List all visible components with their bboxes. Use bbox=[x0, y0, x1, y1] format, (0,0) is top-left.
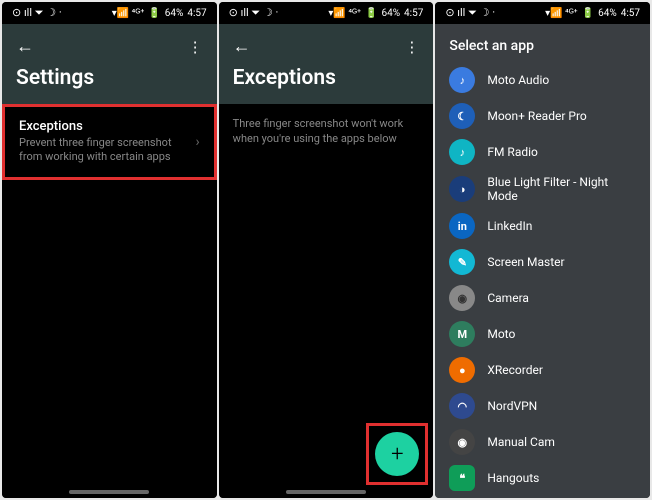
nav-handle[interactable] bbox=[69, 490, 149, 494]
app-name-label: FM Radio bbox=[487, 145, 538, 159]
app-row[interactable]: ● XRecorder bbox=[435, 352, 650, 388]
status-icons-left: ⊙ ıll ⏷ ☽ · bbox=[229, 6, 279, 20]
status-icons-left: ⊙ ıll ⏷ ☽ · bbox=[445, 6, 495, 20]
app-name-label: Camera bbox=[487, 291, 529, 305]
battery-text: 64% bbox=[598, 8, 617, 19]
app-bar: ← ⋮ Exceptions bbox=[219, 24, 434, 104]
battery-icon: 🔋 bbox=[582, 8, 594, 19]
signal-icon: ▾📶 ⁴ᴳ⁺ bbox=[328, 8, 361, 19]
screen-settings: ⊙ ıll ⏷ ☽ · ▾📶 ⁴ᴳ⁺ 🔋 64% 4:57 ← ⋮ Settin… bbox=[2, 2, 217, 498]
app-icon: ● bbox=[449, 357, 475, 383]
battery-text: 64% bbox=[381, 8, 400, 19]
app-bar: ← ⋮ Settings bbox=[2, 24, 217, 104]
battery-icon: 🔋 bbox=[365, 8, 377, 19]
status-bar: ⊙ ıll ⏷ ☽ · ▾📶 ⁴ᴳ⁺ 🔋 64% 4:57 bbox=[435, 2, 650, 24]
app-icon: ♪ bbox=[449, 139, 475, 165]
clock-text: 4:57 bbox=[187, 8, 206, 19]
app-name-label: NordVPN bbox=[487, 399, 537, 413]
app-name-label: Blue Light Filter - Night Mode bbox=[487, 175, 636, 203]
battery-icon: 🔋 bbox=[148, 8, 160, 19]
app-name-label: Moto bbox=[487, 327, 515, 341]
battery-text: 64% bbox=[165, 8, 184, 19]
clock-text: 4:57 bbox=[404, 8, 423, 19]
app-row[interactable]: in LinkedIn bbox=[435, 208, 650, 244]
app-name-label: LinkedIn bbox=[487, 219, 532, 233]
app-row[interactable]: ◑ Blue Light Filter - Night Mode bbox=[435, 170, 650, 208]
back-icon[interactable]: ← bbox=[233, 38, 251, 56]
app-name-label: Moto Audio bbox=[487, 73, 549, 87]
app-icon: ☾ bbox=[449, 103, 475, 129]
app-name-label: Moon+ Reader Pro bbox=[487, 109, 586, 123]
app-icon: ◠ bbox=[449, 393, 475, 419]
app-row[interactable]: ♪ Moto Audio bbox=[435, 62, 650, 98]
description-text: Three finger screenshot won't work when … bbox=[219, 104, 434, 159]
app-row[interactable]: ◉ Manual Cam bbox=[435, 424, 650, 460]
item-subtitle: Prevent three finger screenshot from wor… bbox=[19, 136, 195, 165]
app-icon: in bbox=[449, 213, 475, 239]
content-area: Exceptions Prevent three finger screensh… bbox=[2, 104, 217, 498]
app-icon: ◉ bbox=[449, 285, 475, 311]
app-icon: ◉ bbox=[449, 429, 475, 455]
status-icons-left: ⊙ ıll ⏷ ☽ · bbox=[12, 6, 62, 20]
signal-icon: ▾📶 ⁴ᴳ⁺ bbox=[112, 8, 145, 19]
screen-exceptions: ⊙ ıll ⏷ ☽ · ▾📶 ⁴ᴳ⁺ 🔋 64% 4:57 ← ⋮ Except… bbox=[219, 2, 434, 498]
screen-select-app: ⊙ ıll ⏷ ☽ · ▾📶 ⁴ᴳ⁺ 🔋 64% 4:57 Select an … bbox=[435, 2, 650, 498]
content-area: Three finger screenshot won't work when … bbox=[219, 104, 434, 498]
exceptions-item[interactable]: Exceptions Prevent three finger screensh… bbox=[2, 104, 217, 180]
app-row[interactable]: ✎ Screen Master bbox=[435, 244, 650, 280]
nav-handle[interactable] bbox=[286, 490, 366, 494]
app-row[interactable]: ☾ Moon+ Reader Pro bbox=[435, 98, 650, 134]
chevron-right-icon: › bbox=[195, 134, 199, 150]
highlight-box bbox=[366, 423, 428, 485]
signal-icon: ▾📶 ⁴ᴳ⁺ bbox=[545, 8, 578, 19]
app-picker-sheet: Select an app ♪ Moto Audio ☾ Moon+ Reader P… bbox=[435, 24, 650, 498]
app-row[interactable]: ◠ NordVPN bbox=[435, 388, 650, 424]
app-row[interactable]: M Moto bbox=[435, 316, 650, 352]
more-icon[interactable]: ⋮ bbox=[188, 40, 203, 55]
clock-text: 4:57 bbox=[621, 8, 640, 19]
more-icon[interactable]: ⋮ bbox=[404, 40, 419, 55]
app-row[interactable]: +BFrench bbox=[435, 496, 650, 498]
status-bar: ⊙ ıll ⏷ ☽ · ▾📶 ⁴ᴳ⁺ 🔋 64% 4:57 bbox=[219, 2, 434, 24]
app-row[interactable]: ♪ FM Radio bbox=[435, 134, 650, 170]
app-icon: ❝ bbox=[449, 465, 475, 491]
item-title: Exceptions bbox=[19, 119, 195, 134]
app-row[interactable]: ◉ Camera bbox=[435, 280, 650, 316]
app-name-label: Screen Master bbox=[487, 255, 564, 269]
status-bar: ⊙ ıll ⏷ ☽ · ▾📶 ⁴ᴳ⁺ 🔋 64% 4:57 bbox=[2, 2, 217, 24]
app-icon: ◑ bbox=[449, 176, 475, 202]
page-title: Settings bbox=[16, 66, 203, 90]
back-icon[interactable]: ← bbox=[16, 38, 34, 56]
page-title: Exceptions bbox=[233, 66, 420, 90]
app-name-label: XRecorder bbox=[487, 363, 543, 377]
app-icon: M bbox=[449, 321, 475, 347]
app-icon: ✎ bbox=[449, 249, 475, 275]
sheet-title: Select an app bbox=[435, 34, 650, 62]
app-row[interactable]: ❝ Hangouts bbox=[435, 460, 650, 496]
app-list[interactable]: ♪ Moto Audio ☾ Moon+ Reader Pro ♪ FM Radio ◑ Bl… bbox=[435, 62, 650, 498]
app-name-label: Manual Cam bbox=[487, 435, 555, 449]
app-icon: ♪ bbox=[449, 67, 475, 93]
app-name-label: Hangouts bbox=[487, 471, 539, 485]
